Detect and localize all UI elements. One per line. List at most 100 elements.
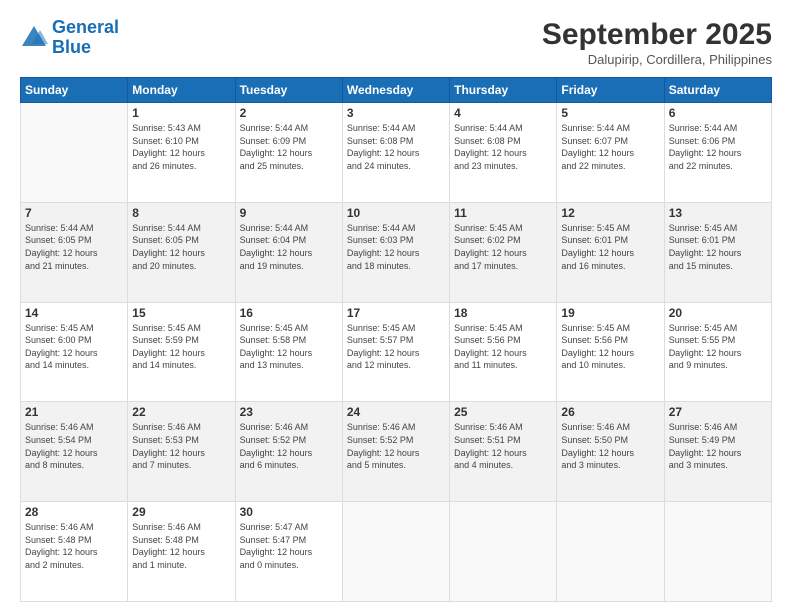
day-number: 26 [561, 405, 659, 419]
calendar-cell: 8 Sunrise: 5:44 AM Sunset: 6:05 PM Daylig… [128, 202, 235, 302]
weekday-header-sunday: Sunday [21, 78, 128, 103]
calendar-cell: 24 Sunrise: 5:46 AM Sunset: 5:52 PM Dayli… [342, 402, 449, 502]
calendar-cell [342, 502, 449, 602]
day-number: 4 [454, 106, 552, 120]
calendar-row-4: 28 Sunrise: 5:46 AM Sunset: 5:48 PM Dayli… [21, 502, 772, 602]
calendar-cell: 7 Sunrise: 5:44 AM Sunset: 6:05 PM Daylig… [21, 202, 128, 302]
day-info: Sunrise: 5:46 AM Sunset: 5:51 PM Dayligh… [454, 421, 552, 471]
day-info: Sunrise: 5:47 AM Sunset: 5:47 PM Dayligh… [240, 521, 338, 571]
logo: General Blue [20, 18, 119, 58]
day-info: Sunrise: 5:46 AM Sunset: 5:52 PM Dayligh… [240, 421, 338, 471]
day-number: 14 [25, 306, 123, 320]
title-block: September 2025 Dalupirip, Cordillera, Ph… [542, 18, 772, 67]
day-info: Sunrise: 5:46 AM Sunset: 5:52 PM Dayligh… [347, 421, 445, 471]
calendar-cell: 20 Sunrise: 5:45 AM Sunset: 5:55 PM Dayli… [664, 302, 771, 402]
day-info: Sunrise: 5:45 AM Sunset: 5:59 PM Dayligh… [132, 322, 230, 372]
calendar-cell: 16Sunrise: 5:45 AM Sunset: 5:58 PM Dayli… [235, 302, 342, 402]
day-info: Sunrise: 5:45 AM Sunset: 5:58 PM Dayligh… [240, 322, 338, 372]
day-info: Sunrise: 5:45 AM Sunset: 5:56 PM Dayligh… [561, 322, 659, 372]
calendar-cell: 26 Sunrise: 5:46 AM Sunset: 5:50 PM Dayli… [557, 402, 664, 502]
page: General Blue September 2025 Dalupirip, C… [0, 0, 792, 612]
calendar-cell: 25Sunrise: 5:46 AM Sunset: 5:51 PM Dayli… [450, 402, 557, 502]
calendar-cell: 19Sunrise: 5:45 AM Sunset: 5:56 PM Dayli… [557, 302, 664, 402]
day-number: 8 [132, 206, 230, 220]
day-info: Sunrise: 5:44 AM Sunset: 6:04 PM Dayligh… [240, 222, 338, 272]
day-number: 12 [561, 206, 659, 220]
calendar-cell: 10 Sunrise: 5:44 AM Sunset: 6:03 PM Dayli… [342, 202, 449, 302]
logo-line1: General [52, 17, 119, 37]
day-number: 18 [454, 306, 552, 320]
weekday-header-thursday: Thursday [450, 78, 557, 103]
day-info: Sunrise: 5:44 AM Sunset: 6:05 PM Dayligh… [25, 222, 123, 272]
day-info: Sunrise: 5:44 AM Sunset: 6:05 PM Dayligh… [132, 222, 230, 272]
calendar-cell: 23 Sunrise: 5:46 AM Sunset: 5:52 PM Dayli… [235, 402, 342, 502]
logo-line2: Blue [52, 37, 91, 57]
day-number: 28 [25, 505, 123, 519]
calendar-cell: 15Sunrise: 5:45 AM Sunset: 5:59 PM Dayli… [128, 302, 235, 402]
calendar-cell: 21 Sunrise: 5:46 AM Sunset: 5:54 PM Dayli… [21, 402, 128, 502]
calendar-cell: 17 Sunrise: 5:45 AM Sunset: 5:57 PM Dayli… [342, 302, 449, 402]
day-info: Sunrise: 5:44 AM Sunset: 6:09 PM Dayligh… [240, 122, 338, 172]
weekday-header-monday: Monday [128, 78, 235, 103]
day-number: 22 [132, 405, 230, 419]
day-number: 21 [25, 405, 123, 419]
calendar-cell: 12 Sunrise: 5:45 AM Sunset: 6:01 PM Dayli… [557, 202, 664, 302]
logo-icon [20, 24, 48, 52]
day-number: 1 [132, 106, 230, 120]
calendar-cell: 29 Sunrise: 5:46 AM Sunset: 5:48 PM Dayli… [128, 502, 235, 602]
calendar-cell: 11 Sunrise: 5:45 AM Sunset: 6:02 PM Dayli… [450, 202, 557, 302]
day-number: 13 [669, 206, 767, 220]
day-info: Sunrise: 5:45 AM Sunset: 6:01 PM Dayligh… [561, 222, 659, 272]
day-info: Sunrise: 5:45 AM Sunset: 5:56 PM Dayligh… [454, 322, 552, 372]
day-number: 20 [669, 306, 767, 320]
day-number: 2 [240, 106, 338, 120]
calendar-row-2: 14Sunrise: 5:45 AM Sunset: 6:00 PM Dayli… [21, 302, 772, 402]
day-info: Sunrise: 5:45 AM Sunset: 6:01 PM Dayligh… [669, 222, 767, 272]
calendar-row-0: 1 Sunrise: 5:43 AM Sunset: 6:10 PM Daylig… [21, 103, 772, 203]
day-number: 7 [25, 206, 123, 220]
calendar-cell [450, 502, 557, 602]
calendar-row-3: 21 Sunrise: 5:46 AM Sunset: 5:54 PM Dayli… [21, 402, 772, 502]
day-number: 24 [347, 405, 445, 419]
calendar-cell: 27Sunrise: 5:46 AM Sunset: 5:49 PM Dayli… [664, 402, 771, 502]
day-number: 30 [240, 505, 338, 519]
calendar-cell: 1 Sunrise: 5:43 AM Sunset: 6:10 PM Daylig… [128, 103, 235, 203]
day-info: Sunrise: 5:43 AM Sunset: 6:10 PM Dayligh… [132, 122, 230, 172]
day-info: Sunrise: 5:46 AM Sunset: 5:50 PM Dayligh… [561, 421, 659, 471]
calendar-cell [21, 103, 128, 203]
weekday-header-wednesday: Wednesday [342, 78, 449, 103]
weekday-header-friday: Friday [557, 78, 664, 103]
day-info: Sunrise: 5:45 AM Sunset: 5:55 PM Dayligh… [669, 322, 767, 372]
calendar-cell [557, 502, 664, 602]
calendar-cell: 14Sunrise: 5:45 AM Sunset: 6:00 PM Dayli… [21, 302, 128, 402]
day-info: Sunrise: 5:45 AM Sunset: 6:02 PM Dayligh… [454, 222, 552, 272]
day-info: Sunrise: 5:44 AM Sunset: 6:03 PM Dayligh… [347, 222, 445, 272]
calendar-cell: 22 Sunrise: 5:46 AM Sunset: 5:53 PM Dayli… [128, 402, 235, 502]
day-number: 23 [240, 405, 338, 419]
calendar-cell: 3Sunrise: 5:44 AM Sunset: 6:08 PM Daylig… [342, 103, 449, 203]
day-info: Sunrise: 5:46 AM Sunset: 5:48 PM Dayligh… [132, 521, 230, 571]
logo-text: General Blue [52, 18, 119, 58]
calendar-cell: 6Sunrise: 5:44 AM Sunset: 6:06 PM Daylig… [664, 103, 771, 203]
day-number: 10 [347, 206, 445, 220]
location: Dalupirip, Cordillera, Philippines [542, 52, 772, 67]
day-info: Sunrise: 5:46 AM Sunset: 5:54 PM Dayligh… [25, 421, 123, 471]
day-info: Sunrise: 5:46 AM Sunset: 5:49 PM Dayligh… [669, 421, 767, 471]
day-info: Sunrise: 5:44 AM Sunset: 6:08 PM Dayligh… [347, 122, 445, 172]
calendar-cell: 13 Sunrise: 5:45 AM Sunset: 6:01 PM Dayli… [664, 202, 771, 302]
weekday-header-tuesday: Tuesday [235, 78, 342, 103]
calendar-table: SundayMondayTuesdayWednesdayThursdayFrid… [20, 77, 772, 602]
calendar-cell: 30 Sunrise: 5:47 AM Sunset: 5:47 PM Dayli… [235, 502, 342, 602]
day-info: Sunrise: 5:44 AM Sunset: 6:06 PM Dayligh… [669, 122, 767, 172]
day-number: 17 [347, 306, 445, 320]
day-info: Sunrise: 5:46 AM Sunset: 5:53 PM Dayligh… [132, 421, 230, 471]
month-title: September 2025 [542, 18, 772, 52]
day-number: 11 [454, 206, 552, 220]
calendar-cell: 9Sunrise: 5:44 AM Sunset: 6:04 PM Daylig… [235, 202, 342, 302]
day-number: 29 [132, 505, 230, 519]
day-info: Sunrise: 5:44 AM Sunset: 6:07 PM Dayligh… [561, 122, 659, 172]
calendar-cell: 2 Sunrise: 5:44 AM Sunset: 6:09 PM Daylig… [235, 103, 342, 203]
day-info: Sunrise: 5:45 AM Sunset: 5:57 PM Dayligh… [347, 322, 445, 372]
calendar-cell: 5 Sunrise: 5:44 AM Sunset: 6:07 PM Daylig… [557, 103, 664, 203]
day-number: 5 [561, 106, 659, 120]
